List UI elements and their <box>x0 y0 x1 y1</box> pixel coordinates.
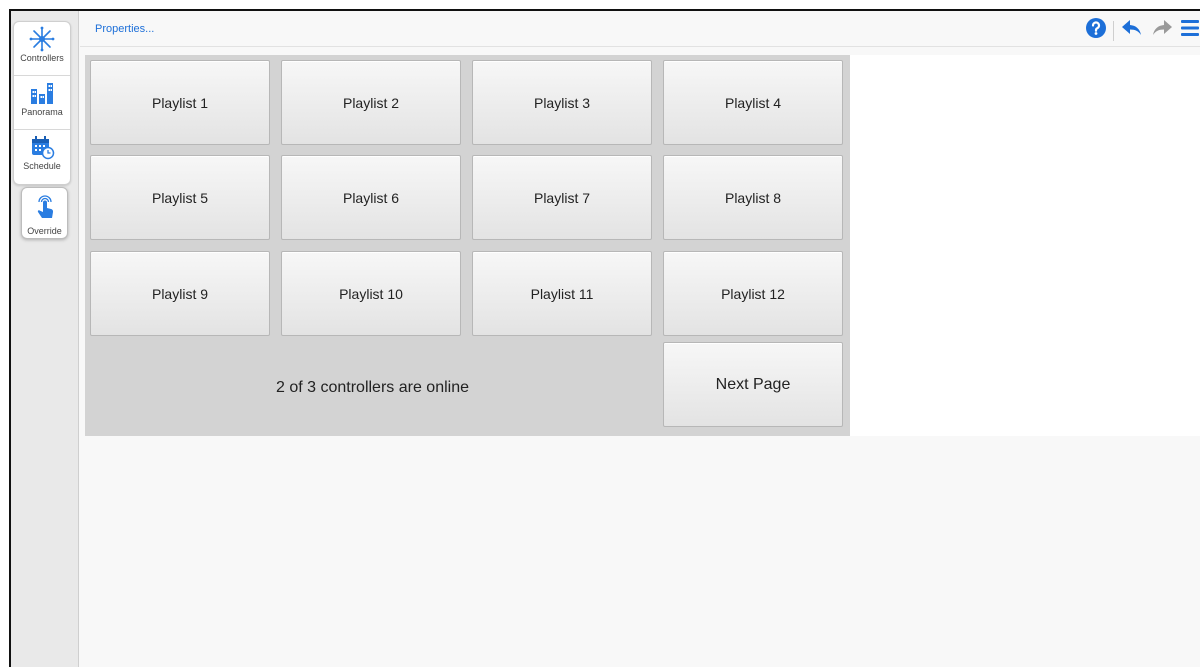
playlist-12-button[interactable]: Playlist 12 <box>663 251 843 336</box>
menu-icon[interactable] <box>1180 17 1200 44</box>
playlist-2-button[interactable]: Playlist 2 <box>281 60 461 145</box>
playlist-8-button[interactable]: Playlist 8 <box>663 155 843 240</box>
blank-area <box>850 55 1200 436</box>
controllers-status: 2 of 3 controllers are online <box>276 378 469 396</box>
playlist-6-button[interactable]: Playlist 6 <box>281 155 461 240</box>
next-page-button[interactable]: Next Page <box>663 342 843 427</box>
sidebar: Controllers Panorama Schedule Override <box>11 11 79 667</box>
toolbar-separator <box>1113 20 1114 41</box>
sidebar-item-schedule[interactable]: Schedule <box>14 130 70 184</box>
playlist-10-button[interactable]: Playlist 10 <box>281 251 461 336</box>
sidebar-item-override[interactable]: Override <box>21 187 68 239</box>
starburst-icon <box>29 26 55 52</box>
redo-icon[interactable] <box>1150 17 1174 44</box>
playlist-7-button[interactable]: Playlist 7 <box>472 155 652 240</box>
sidebar-item-controllers[interactable]: Controllers <box>14 22 70 76</box>
help-icon[interactable] <box>1085 17 1107 44</box>
sidebar-rail: Controllers Panorama Schedule <box>13 21 71 185</box>
sidebar-item-panorama[interactable]: Panorama <box>14 76 70 130</box>
toolbar-icons <box>1085 17 1200 44</box>
sidebar-item-label: Override <box>27 226 62 236</box>
undo-icon[interactable] <box>1120 17 1144 44</box>
properties-link[interactable]: Properties... <box>95 23 154 35</box>
playlist-3-button[interactable]: Playlist 3 <box>472 60 652 145</box>
panorama-icon <box>29 80 55 106</box>
playlist-4-button[interactable]: Playlist 4 <box>663 60 843 145</box>
calendar-clock-icon <box>29 134 55 160</box>
sidebar-item-label: Controllers <box>20 53 64 63</box>
sidebar-item-label: Schedule <box>23 161 61 171</box>
touch-hand-icon <box>33 194 57 225</box>
sidebar-item-label: Panorama <box>21 107 63 117</box>
top-bar: Properties... <box>80 11 1200 47</box>
playlist-11-button[interactable]: Playlist 11 <box>472 251 652 336</box>
playlist-9-button[interactable]: Playlist 9 <box>90 251 270 336</box>
playlist-5-button[interactable]: Playlist 5 <box>90 155 270 240</box>
playlist-1-button[interactable]: Playlist 1 <box>90 60 270 145</box>
